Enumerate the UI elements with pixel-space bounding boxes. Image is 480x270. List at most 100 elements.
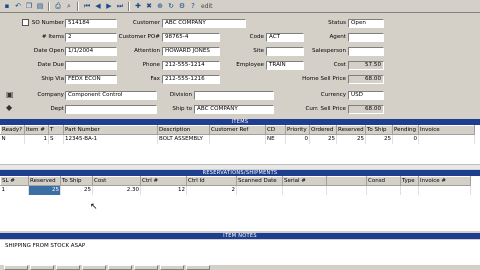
pending-cell[interactable]: 0 — [392, 134, 419, 144]
ready-cell[interactable]: N — [0, 134, 25, 144]
items-col-header[interactable]: Customer Ref — [209, 125, 266, 135]
table-row[interactable]: 1 25 25 2.30 12 2 — [0, 185, 471, 195]
site-field[interactable] — [266, 47, 304, 56]
item-number-cell[interactable]: 1 — [24, 134, 49, 144]
last-icon[interactable]: ⏭ — [115, 1, 125, 11]
employee-field[interactable]: TRAIN — [266, 61, 304, 70]
to-ship-cell[interactable]: 25 — [60, 185, 93, 195]
agent-field[interactable] — [348, 33, 384, 42]
find-icon[interactable]: ⌕ — [64, 1, 74, 11]
so-number-field[interactable]: 514184 — [65, 19, 117, 28]
paste-icon[interactable]: ▤ — [35, 1, 45, 11]
customer-field[interactable]: ABC COMPANY — [162, 19, 246, 28]
items-col-header[interactable]: Ordered — [309, 125, 337, 135]
phone-field[interactable]: 212-555-1214 — [162, 61, 220, 70]
reservations-col-header[interactable]: Type — [400, 176, 419, 186]
print-icon[interactable]: ⎙ — [53, 1, 63, 11]
consd-cell[interactable] — [366, 185, 401, 195]
type-cell[interactable]: S — [48, 134, 64, 144]
company-field[interactable]: Component Control — [65, 91, 157, 100]
items-col-header[interactable]: Priority — [285, 125, 310, 135]
items-col-header[interactable]: Reserved — [336, 125, 366, 135]
reservations-col-header[interactable]: Ctrl Id — [186, 176, 237, 186]
reservations-col-header[interactable]: Invoice # — [418, 176, 471, 186]
ship-to-field[interactable]: ABC COMPANY — [194, 105, 274, 114]
taskbar-button[interactable] — [108, 265, 132, 270]
first-icon[interactable]: ⏮ — [82, 1, 92, 11]
reserved-cell[interactable]: 25 — [28, 185, 61, 195]
reserved-cell[interactable]: 25 — [336, 134, 366, 144]
taskbar-button[interactable] — [160, 265, 184, 270]
salesperson-field[interactable] — [348, 47, 384, 56]
reservations-col-header[interactable]: Scanned Date — [236, 176, 283, 186]
items-col-header[interactable]: Pending — [392, 125, 419, 135]
customer-ref-cell[interactable] — [209, 134, 266, 144]
prev-icon[interactable]: ◀ — [93, 1, 103, 11]
delete-icon[interactable]: ✖ — [144, 1, 154, 11]
ctrl-number-cell[interactable]: 12 — [140, 185, 187, 195]
ship-via-field[interactable]: FEDX ECON — [65, 75, 117, 84]
invoice-cell[interactable] — [418, 134, 475, 144]
items-col-header[interactable]: T — [48, 125, 64, 135]
status-field[interactable]: Open — [348, 19, 384, 28]
part-number-cell[interactable]: 12345-BA-1 — [63, 134, 158, 144]
reservations-col-header[interactable]: SL # — [0, 176, 29, 186]
edit-menu[interactable]: edit — [201, 3, 213, 10]
copy-icon[interactable]: ❐ — [24, 1, 34, 11]
priority-cell[interactable]: 0 — [285, 134, 310, 144]
items-horizontal-scrollbar[interactable] — [0, 164, 480, 169]
taskbar-button[interactable] — [134, 265, 158, 270]
cost-cell[interactable]: 2.30 — [92, 185, 141, 195]
type-cell[interactable] — [400, 185, 419, 195]
ctrl-id-cell[interactable]: 2 — [186, 185, 237, 195]
taskbar-button[interactable] — [82, 265, 106, 270]
reservations-col-header[interactable] — [326, 176, 367, 186]
currency-field[interactable]: USD — [348, 91, 384, 100]
dept-field[interactable] — [65, 105, 157, 114]
reservations-col-header[interactable]: Ctrl # — [140, 176, 187, 186]
items-col-header[interactable]: To Ship — [365, 125, 393, 135]
serial-number-cell[interactable] — [282, 185, 327, 195]
division-field[interactable] — [194, 91, 274, 100]
undo-icon[interactable]: ↶ — [13, 1, 23, 11]
customer-po-field[interactable]: 98765-4 — [162, 33, 220, 42]
scanned-date-cell[interactable] — [236, 185, 283, 195]
ordered-cell[interactable]: 25 — [309, 134, 337, 144]
reservations-col-header[interactable]: To Ship — [60, 176, 93, 186]
save-icon[interactable]: ▪ — [2, 1, 12, 11]
help-icon[interactable]: ? — [188, 1, 198, 11]
items-col-header[interactable]: Invoice — [418, 125, 475, 135]
dept-icon[interactable]: ◆ — [6, 103, 12, 112]
blank-cell[interactable] — [326, 185, 367, 195]
taskbar-button[interactable] — [4, 265, 28, 270]
cd-cell[interactable]: NE — [265, 134, 286, 144]
reservations-col-header[interactable]: Consd — [366, 176, 401, 186]
date-due-field[interactable] — [65, 61, 117, 70]
zoom-icon[interactable]: ⊕ — [155, 1, 165, 11]
fax-field[interactable]: 212-555-1216 — [162, 75, 220, 84]
reservations-col-header[interactable]: Serial # — [282, 176, 327, 186]
date-open-field[interactable]: 1/1/2004 — [65, 47, 117, 56]
attention-field[interactable]: HOWARD JONES — [162, 47, 220, 56]
settings-icon[interactable]: ⚙ — [177, 1, 187, 11]
items-col-header[interactable]: Item # — [24, 125, 49, 135]
sl-number-cell[interactable]: 1 — [0, 185, 29, 195]
reservations-col-header[interactable]: Cost — [92, 176, 141, 186]
items-col-header[interactable]: CD — [265, 125, 286, 135]
new-icon[interactable]: ✚ — [133, 1, 143, 11]
next-icon[interactable]: ▶ — [104, 1, 114, 11]
taskbar-button[interactable] — [30, 265, 54, 270]
items-col-header[interactable]: Ready? — [0, 125, 25, 135]
to-ship-cell[interactable]: 25 — [365, 134, 393, 144]
company-icon[interactable]: ▣ — [6, 90, 14, 99]
description-cell[interactable]: BOLT ASSEMBLY — [157, 134, 210, 144]
taskbar-button[interactable] — [56, 265, 80, 270]
table-row[interactable]: N 1 S 12345-BA-1 BOLT ASSEMBLY NE 0 25 2… — [0, 134, 475, 144]
items-col-header[interactable]: Part Number — [63, 125, 158, 135]
invoice-number-cell[interactable] — [418, 185, 471, 195]
item-notes-text[interactable]: SHIPPING FROM STOCK ASAP — [0, 240, 480, 264]
code-field[interactable]: ACT — [266, 33, 304, 42]
refresh-icon[interactable]: ↻ — [166, 1, 176, 11]
taskbar-button[interactable] — [186, 265, 210, 270]
items-col-header[interactable]: Description — [157, 125, 210, 135]
